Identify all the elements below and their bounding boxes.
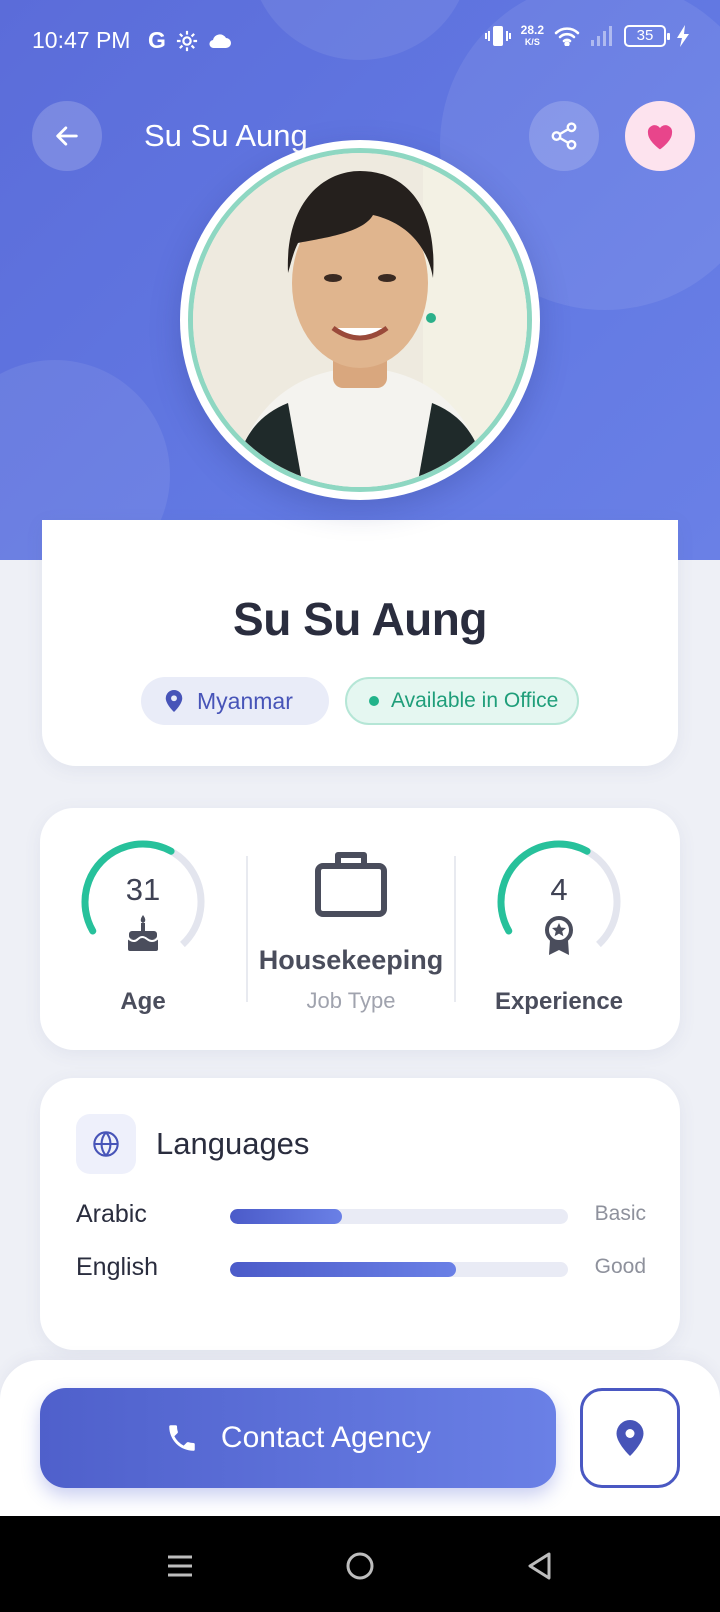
language-level-fill	[230, 1262, 457, 1277]
home-button[interactable]	[340, 1546, 380, 1586]
map-location-button[interactable]	[580, 1388, 680, 1488]
profile-card: Su Su Aung	[42, 520, 678, 766]
job-type-stat: Housekeeping Job Type	[248, 808, 454, 1050]
job-type-value: Housekeeping	[258, 945, 444, 975]
share-icon	[551, 122, 577, 150]
language-name: English	[76, 1253, 158, 1281]
header-title: Su Su Aung	[144, 118, 308, 153]
back-system-button[interactable]	[520, 1546, 560, 1586]
arrow-left-icon	[56, 126, 78, 146]
location-pin-icon	[616, 1420, 644, 1456]
location-text: Myanmar	[197, 687, 293, 714]
google-icon: G	[148, 27, 166, 53]
languages-title: Languages	[156, 1126, 310, 1161]
cake-icon	[128, 915, 158, 951]
phone-icon	[169, 1425, 195, 1451]
profile-name: Su Su Aung	[233, 593, 487, 645]
favorite-button[interactable]	[625, 101, 695, 171]
language-row: Arabic Basic	[76, 1196, 646, 1236]
cloud-icon	[209, 33, 231, 48]
availability-text: Available in Office	[391, 689, 559, 712]
vibrate-icon	[484, 26, 511, 46]
back-triangle-icon	[528, 1552, 551, 1580]
wifi-icon	[554, 27, 580, 46]
battery-level: 35	[636, 27, 654, 44]
signal-icon	[591, 26, 612, 46]
battery-icon: 35	[624, 25, 670, 47]
availability-chip: Available in Office	[345, 677, 579, 725]
experience-value: 4	[550, 872, 568, 907]
language-level-fill	[230, 1209, 342, 1224]
language-level-bar	[230, 1262, 568, 1277]
location-chip: Myanmar	[141, 677, 329, 725]
languages-icon-box	[76, 1114, 136, 1174]
language-name: Arabic	[76, 1200, 147, 1228]
age-label: Age	[120, 988, 166, 1015]
share-button[interactable]	[529, 101, 599, 171]
avatar-photo	[193, 153, 527, 487]
location-pin-icon	[165, 690, 183, 712]
status-right-icons: 28.2 K/S 35	[484, 24, 690, 48]
charging-icon	[677, 25, 689, 47]
award-icon	[545, 916, 573, 955]
briefcase-icon	[315, 852, 387, 917]
status-time: 10:47 PM	[32, 27, 131, 53]
net-speed-unit: K/S	[524, 37, 540, 47]
net-speed-value: 28.2	[520, 23, 544, 37]
languages-card: Languages Arabic Basic English Good	[40, 1078, 680, 1350]
stats-card: 31 Age Housekeeping Job Type 4 Experienc…	[40, 808, 680, 1050]
avatar	[188, 148, 532, 492]
age-value: 31	[125, 872, 161, 907]
experience-label: Experience	[494, 988, 624, 1015]
recent-apps-button[interactable]	[160, 1546, 200, 1586]
back-button[interactable]	[32, 101, 102, 171]
language-row: English Good	[76, 1249, 646, 1289]
language-level: Good	[594, 1255, 646, 1278]
net-speed: 28.2 K/S	[521, 24, 544, 48]
availability-dot-icon	[369, 696, 379, 706]
language-level: Basic	[594, 1202, 646, 1225]
heart-icon	[647, 125, 673, 150]
globe-icon	[93, 1131, 119, 1157]
system-navigation-bar	[0, 1516, 720, 1612]
home-circle-icon	[346, 1552, 374, 1580]
settings-gear-icon	[176, 30, 197, 51]
contact-agency-label: Contact Agency	[220, 1421, 432, 1454]
menu-icon	[168, 1555, 192, 1577]
language-level-bar	[230, 1209, 568, 1224]
age-stat: 31 Age	[40, 808, 246, 1050]
job-type-label: Job Type	[306, 988, 396, 1013]
avatar-frame	[180, 140, 540, 500]
contact-agency-button[interactable]: Contact Agency	[40, 1388, 556, 1488]
status-bar: 10:47 PM G 28.2 K/S 35	[0, 0, 720, 80]
experience-stat: 4 Experience	[456, 808, 662, 1050]
status-left-icons: G	[148, 27, 232, 54]
